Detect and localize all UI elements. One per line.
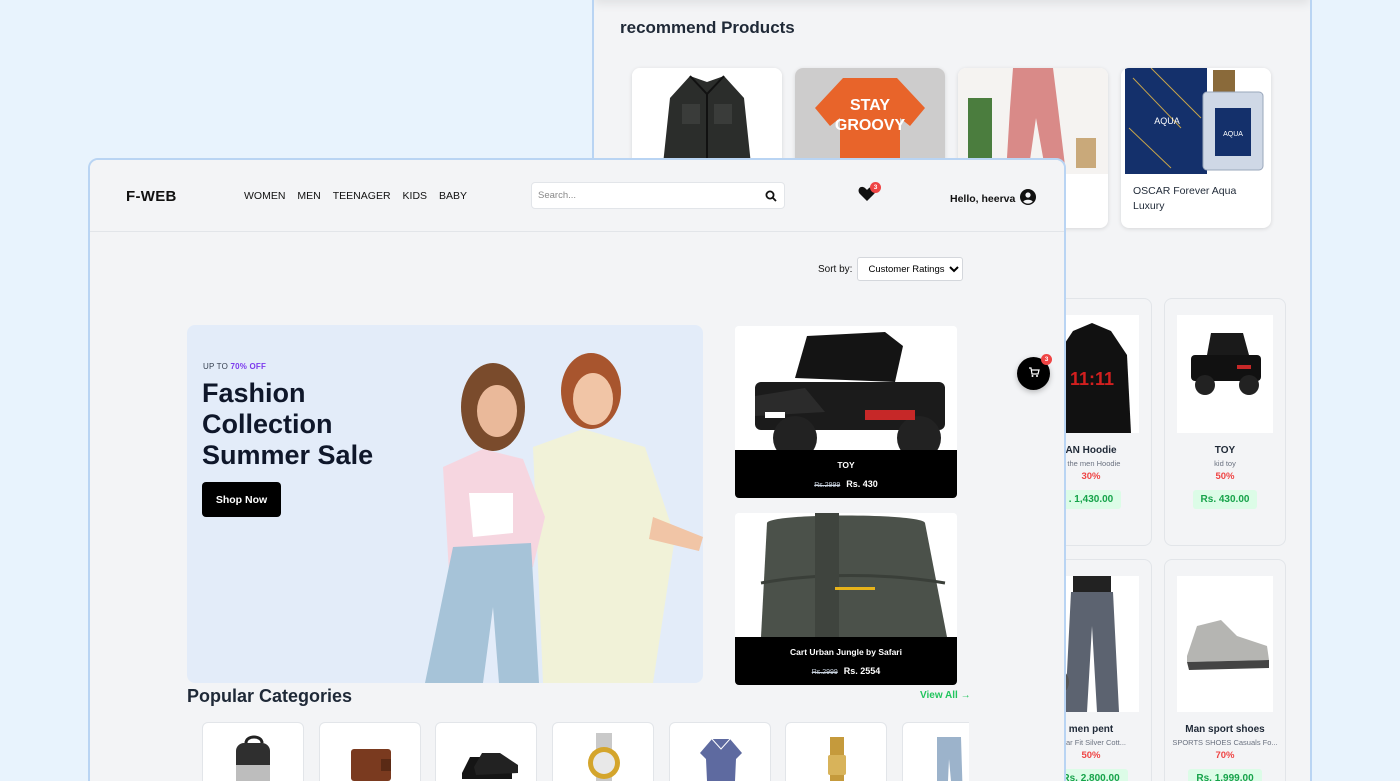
promo-card[interactable]: TOY Rs.2999 Rs. 430 [735, 326, 957, 498]
recommend-card[interactable]: AQUA AQUA OSCAR Forever Aqua Luxury [1121, 68, 1271, 228]
product-card[interactable]: TOY kid toy 50% Rs. 430.00 [1164, 298, 1286, 546]
toy-car-image [1177, 315, 1273, 433]
hero-discount: 70% OFF [230, 362, 267, 371]
perfume-image: AQUA AQUA [1121, 68, 1271, 174]
promo-price: Rs. 2554 [843, 666, 881, 676]
promo-price: Rs. 430 [846, 479, 878, 489]
popular-categories-title: Popular Categories [187, 686, 353, 706]
sort-select[interactable]: Customer Ratings [857, 257, 964, 281]
wishlist-count-badge: 3 [870, 182, 881, 193]
sport-shoe-image [1177, 576, 1273, 712]
toy-car-image [735, 326, 957, 460]
promo-old-price: Rs.2999 [811, 669, 838, 676]
sort-label: Sort by: [818, 263, 853, 275]
cart-count-badge: 3 [1041, 354, 1052, 365]
promo-info: TOY Rs.2999 Rs. 430 [735, 450, 957, 498]
nav-link-kids[interactable]: KIDS [403, 190, 428, 202]
nav-links: WOMEN MEN TEENAGER KIDS BABY [244, 190, 467, 202]
promo-old-price: Rs.2999 [814, 482, 841, 489]
cart-icon [1028, 365, 1040, 383]
category-carousel [202, 722, 969, 781]
category-card[interactable] [435, 722, 537, 781]
user-avatar-icon [1020, 189, 1037, 208]
jeans-icon [937, 737, 963, 781]
svg-text:STAY: STAY [850, 97, 890, 114]
nav-link-men[interactable]: MEN [297, 190, 320, 202]
shoes-icon [462, 753, 518, 779]
floating-cart-button[interactable]: 3 [1017, 354, 1052, 390]
user-menu[interactable]: Hello, heerva [950, 189, 1037, 208]
nav-link-baby[interactable]: BABY [439, 190, 467, 202]
navbar: F-WEB WOMEN MEN TEENAGER KIDS BABY 3 Hel… [90, 160, 1064, 232]
hero-tag: UP TO 70% OFF [203, 362, 267, 371]
nav-link-teenager[interactable]: TEENAGER [333, 190, 391, 202]
brand-logo[interactable]: F-WEB [126, 188, 177, 205]
main-window: F-WEB WOMEN MEN TEENAGER KIDS BABY 3 Hel… [88, 158, 1066, 781]
category-card[interactable] [552, 722, 654, 781]
svg-text:AQUA: AQUA [1154, 116, 1180, 126]
promo-card[interactable]: Cart Urban Jungle by Safari Rs.2999 Rs. 2… [735, 513, 957, 685]
category-card[interactable] [785, 722, 887, 781]
bracelet-watch-icon [828, 737, 846, 781]
hero-title: Fashion Collection Summer Sale [202, 378, 374, 470]
svg-text:AQUA: AQUA [1223, 131, 1243, 138]
wishlist-button[interactable]: 3 [858, 182, 881, 207]
product-card[interactable]: Man sport shoes SPORTS SHOES Casuals Fo.… [1164, 559, 1286, 781]
promo-info: Cart Urban Jungle by Safari Rs.2999 Rs. 2… [735, 637, 957, 685]
hero-models-image [425, 353, 703, 683]
sort-control: Sort by: Customer Ratings [818, 257, 964, 281]
category-card[interactable] [202, 722, 304, 781]
shirt-icon [700, 738, 742, 781]
user-greeting: Hello, heerva [950, 192, 1016, 205]
category-card[interactable] [902, 722, 969, 781]
svg-text:GROOVY: GROOVY [835, 117, 906, 134]
search-icon[interactable] [765, 189, 777, 207]
category-card[interactable] [669, 722, 771, 781]
search-input[interactable] [532, 183, 752, 208]
recommend-title: recommend Products [620, 18, 795, 37]
hero-banner: UP TO 70% OFF Fashion Collection Summer … [187, 325, 703, 683]
shop-now-button[interactable]: Shop Now [202, 482, 281, 517]
nav-link-women[interactable]: WOMEN [244, 190, 285, 202]
view-all-link[interactable]: View All → [920, 690, 971, 701]
backpack-image [735, 513, 957, 637]
search-box [531, 182, 785, 209]
category-card[interactable] [319, 722, 421, 781]
wallet-icon [351, 749, 391, 781]
svg-text:11:11: 11:11 [1070, 369, 1114, 389]
backpack-icon [236, 735, 270, 781]
watch-icon [588, 733, 620, 781]
